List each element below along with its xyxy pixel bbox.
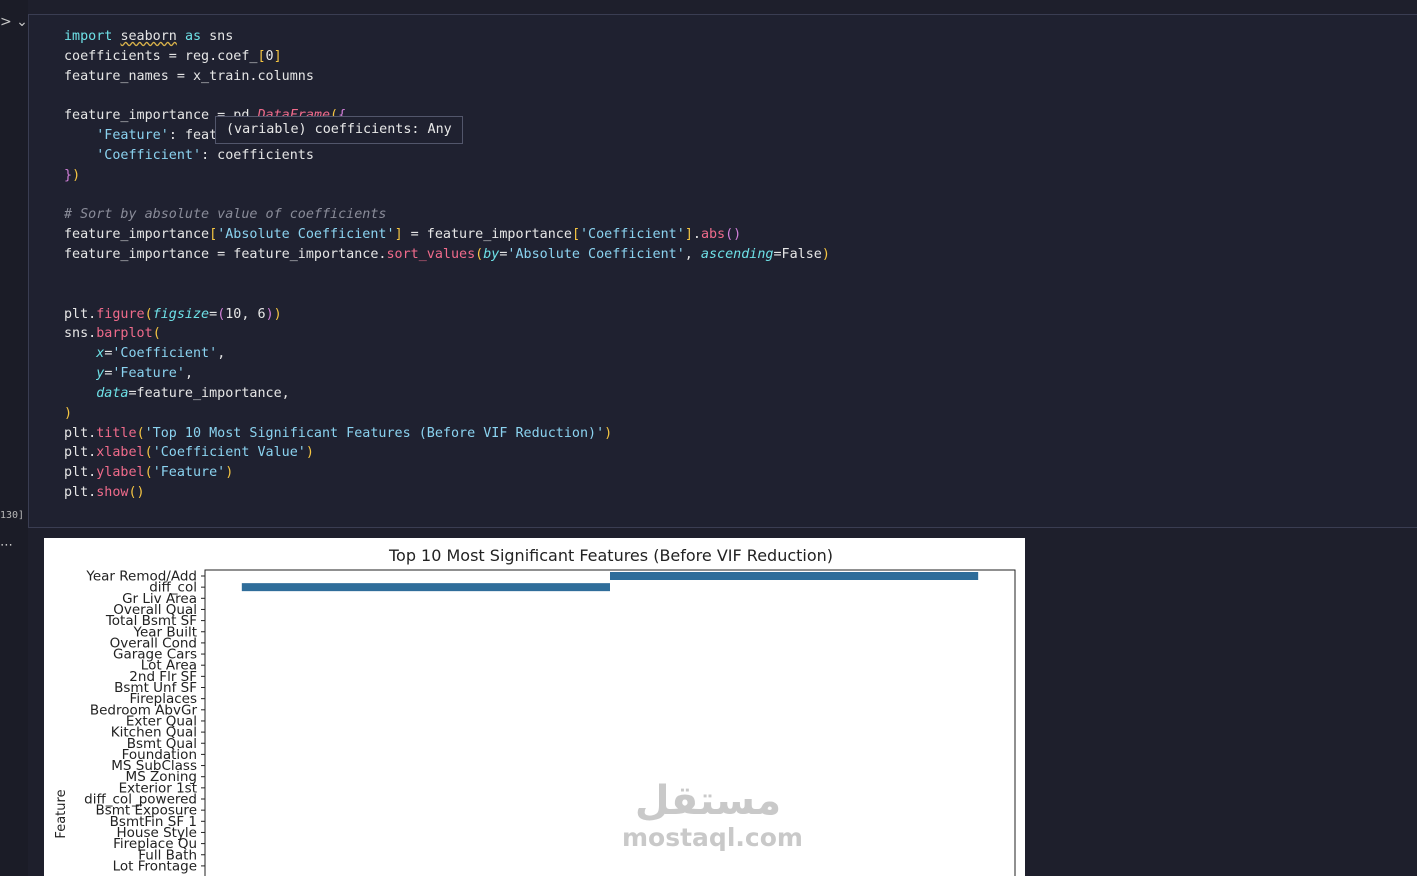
- expand-chevron-icon[interactable]: > ⌄: [0, 14, 28, 30]
- watermark-arabic: مستقل: [634, 778, 782, 824]
- feature-value-partial: feat: [184, 128, 218, 144]
- chart-title: Top 10 Most Significant Features (Before…: [388, 546, 833, 565]
- feature-key: 'Feature': [96, 128, 169, 144]
- bar: [610, 572, 979, 580]
- code-editor[interactable]: import seaborn as sns coefficients = reg…: [64, 27, 830, 503]
- watermark: مستقل mostaql.com: [622, 778, 803, 852]
- y-axis-label: Feature: [54, 789, 69, 838]
- bar-chart: Top 10 Most Significant Features (Before…: [54, 546, 1016, 876]
- watermark-latin: mostaql.com: [622, 823, 803, 852]
- module-alias: sns: [209, 29, 234, 44]
- as-keyword: as: [184, 29, 202, 44]
- cell-gutter: [0, 0, 28, 876]
- module-name: seaborn: [120, 29, 177, 44]
- code-cell[interactable]: import seaborn as sns coefficients = reg…: [28, 14, 1417, 528]
- cell-output: Top 10 Most Significant Features (Before…: [44, 538, 1025, 876]
- y-tick-labels: Year Remod/Adddiff_colGr Liv AreaOverall…: [84, 569, 205, 874]
- output-menu-icon[interactable]: ⋯: [0, 538, 14, 553]
- import-keyword: import: [64, 29, 113, 44]
- execution-count: 130]: [0, 510, 25, 521]
- bars: [241, 572, 979, 592]
- hover-tooltip: (variable) coefficients: Any: [215, 116, 463, 144]
- code-comment: # Sort by absolute value of coefficients: [64, 207, 387, 223]
- y-tick-label: Lot Frontage: [113, 858, 197, 874]
- plot-area: [204, 569, 1016, 876]
- bar: [241, 583, 610, 592]
